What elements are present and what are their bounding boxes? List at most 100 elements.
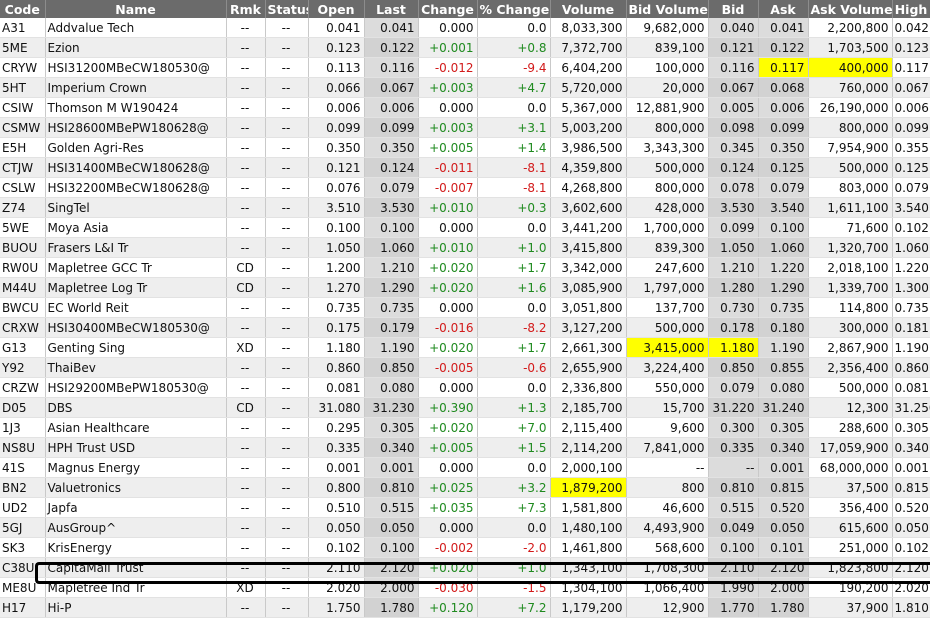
- name-cell: KrisEnergy: [45, 537, 227, 558]
- name-cell: Japfa: [45, 497, 227, 518]
- pct-change-cell: -8.1: [477, 177, 551, 198]
- col-header-high[interactable]: High: [892, 0, 930, 18]
- ask-volume-cell: 615,600: [808, 517, 893, 538]
- ask-volume-cell: 803,000: [808, 177, 893, 198]
- status-cell: --: [265, 317, 309, 338]
- volume-cell: 3,342,000: [550, 257, 627, 278]
- table-row[interactable]: ME8U Mapletree Ind Tr XD -- 2.020 2.000 -0.030…: [0, 577, 930, 598]
- table-row[interactable]: SK3 KrisEnergy -- -- 0.102 0.100 -0.002 -2.0 1,4…: [0, 537, 930, 558]
- table-row[interactable]: C38U CapitaMall Trust -- -- 2.110 2.120 +0.020…: [0, 557, 930, 578]
- name-cell: HSI30400MBeCW180530@: [45, 317, 227, 338]
- table-row[interactable]: 5WE Moya Asia -- -- 0.100 0.100 0.000 0.0 3,441,…: [0, 217, 930, 238]
- table-row[interactable]: CRZW HSI29200MBePW180530@ -- -- 0.081 0.080 0.…: [0, 377, 930, 398]
- bid-volume-cell: 1,797,000: [626, 277, 709, 298]
- col-header-ask[interactable]: Ask: [758, 0, 809, 18]
- ask-cell: 0.080: [758, 377, 809, 398]
- table-row[interactable]: 1J3 Asian Healthcare -- -- 0.295 0.305 +0.020 +…: [0, 417, 930, 438]
- change-cell: 0.000: [418, 297, 478, 318]
- high-cell: 1.190: [892, 337, 930, 358]
- col-header-ask-volume[interactable]: Ask Volume: [808, 0, 893, 18]
- table-row[interactable]: CSLW HSI32200MBeCW180628@ -- -- 0.076 0.079 -0…: [0, 177, 930, 198]
- table-row[interactable]: NS8U HPH Trust USD -- -- 0.335 0.340 +0.005 +1.…: [0, 437, 930, 458]
- volume-cell: 1,343,100: [550, 557, 627, 578]
- pct-change-cell: +4.7: [477, 77, 551, 98]
- col-header-pct-change[interactable]: % Change: [477, 0, 551, 18]
- rmk-cell: XD: [226, 577, 266, 598]
- col-header-open[interactable]: Open: [308, 0, 365, 18]
- table-row[interactable]: Y92 ThaiBev -- -- 0.860 0.850 -0.005 -0.6 2,655,…: [0, 357, 930, 378]
- pct-change-cell: +0.8: [477, 37, 551, 58]
- table-row[interactable]: CRXW HSI30400MBeCW180530@ -- -- 0.175 0.179 -0…: [0, 317, 930, 338]
- ask-volume-cell: 17,059,900: [808, 437, 893, 458]
- bid-cell: 0.850: [708, 357, 759, 378]
- col-header-volume[interactable]: Volume: [550, 0, 627, 18]
- bid-cell: 0.040: [708, 18, 759, 38]
- col-header-bid[interactable]: Bid: [708, 0, 759, 18]
- ask-cell: 2.120: [758, 557, 809, 578]
- table-row[interactable]: A31 Addvalue Tech -- -- 0.041 0.041 0.000 0.0 8,…: [0, 18, 930, 38]
- code-cell: C38U: [0, 557, 46, 578]
- rmk-cell: --: [226, 317, 266, 338]
- status-cell: --: [265, 297, 309, 318]
- table-row[interactable]: M44U Mapletree Log Tr CD -- 1.270 1.290 +0.020…: [0, 277, 930, 298]
- code-cell: 5WE: [0, 217, 46, 238]
- high-cell: 0.123: [892, 37, 930, 58]
- table-row[interactable]: CSMW HSI28600MBePW180628@ -- -- 0.099 0.099 +0…: [0, 117, 930, 138]
- pct-change-cell: +1.0: [477, 557, 551, 578]
- table-row[interactable]: CTJW HSI31400MBeCW180628@ -- -- 0.121 0.124 -0…: [0, 157, 930, 178]
- col-header-last[interactable]: Last: [364, 0, 419, 18]
- volume-cell: 1,879,200: [550, 477, 627, 498]
- col-header-status[interactable]: Status: [265, 0, 309, 18]
- bid-volume-cell: --: [626, 457, 709, 478]
- ask-cell: 0.099: [758, 117, 809, 138]
- code-cell: CRYW: [0, 57, 46, 78]
- code-cell: 5GJ: [0, 517, 46, 538]
- table-row[interactable]: E5H Golden Agri-Res -- -- 0.350 0.350 +0.005 +1…: [0, 137, 930, 158]
- pct-change-cell: +1.5: [477, 437, 551, 458]
- table-row[interactable]: CSIW Thomson M W190424 -- -- 0.006 0.006 0.000…: [0, 97, 930, 118]
- change-cell: +0.020: [418, 557, 478, 578]
- col-header-bid-volume[interactable]: Bid Volume: [626, 0, 709, 18]
- table-row[interactable]: 5ME Ezion -- -- 0.123 0.122 +0.001 +0.8 7,372,70…: [0, 37, 930, 58]
- table-row[interactable]: G13 Genting Sing XD -- 1.180 1.190 +0.020 +1.7 2…: [0, 337, 930, 358]
- change-cell: +0.003: [418, 77, 478, 98]
- table-row[interactable]: D05 DBS CD -- 31.080 31.230 +0.390 +1.3 2,185,70…: [0, 397, 930, 418]
- ask-volume-cell: 114,800: [808, 297, 893, 318]
- last-cell: 0.350: [364, 137, 419, 158]
- table-row[interactable]: CRYW HSI31200MBeCW180530@ -- -- 0.113 0.116 -0…: [0, 57, 930, 78]
- bid-cell: 0.116: [708, 57, 759, 78]
- change-cell: 0.000: [418, 377, 478, 398]
- col-header-rmk[interactable]: Rmk: [226, 0, 266, 18]
- col-header-name[interactable]: Name: [45, 0, 227, 18]
- table-row[interactable]: 5GJ AusGroup^ -- -- 0.050 0.050 0.000 0.0 1,480,…: [0, 517, 930, 538]
- rmk-cell: --: [226, 597, 266, 618]
- change-cell: +0.005: [418, 137, 478, 158]
- rmk-cell: --: [226, 497, 266, 518]
- rmk-cell: --: [226, 477, 266, 498]
- table-row[interactable]: RW0U Mapletree GCC Tr CD -- 1.200 1.210 +0.020…: [0, 257, 930, 278]
- table-row[interactable]: Z74 SingTel -- -- 3.510 3.530 +0.010 +0.3 3,602,…: [0, 197, 930, 218]
- ask-volume-cell: 251,000: [808, 537, 893, 558]
- table-row[interactable]: BWCU EC World Reit -- -- 0.735 0.735 0.000 0.0 3…: [0, 297, 930, 318]
- table-row[interactable]: 5HT Imperium Crown -- -- 0.066 0.067 +0.003 +4.…: [0, 77, 930, 98]
- table-row[interactable]: UD2 Japfa -- -- 0.510 0.515 +0.035 +7.3 1,581,80…: [0, 497, 930, 518]
- code-cell: NS8U: [0, 437, 46, 458]
- change-cell: +0.005: [418, 437, 478, 458]
- ask-cell: 1.220: [758, 257, 809, 278]
- open-cell: 0.001: [308, 457, 365, 478]
- table-row[interactable]: 41S Magnus Energy -- -- 0.001 0.001 0.000 0.0 2,…: [0, 457, 930, 478]
- table-row[interactable]: BN2 Valuetronics -- -- 0.800 0.810 +0.025 +3.2 1…: [0, 477, 930, 498]
- high-cell: 1.810: [892, 597, 930, 618]
- status-cell: --: [265, 217, 309, 238]
- table-row[interactable]: H17 Hi-P -- -- 1.750 1.780 +0.120 +7.2 1,179,200…: [0, 597, 930, 618]
- last-cell: 0.124: [364, 157, 419, 178]
- bid-cell: 0.005: [708, 97, 759, 118]
- code-cell: 5HT: [0, 77, 46, 98]
- code-cell: A31: [0, 18, 46, 38]
- bid-cell: 1.990: [708, 577, 759, 598]
- col-header-code[interactable]: Code: [0, 0, 46, 18]
- table-row[interactable]: BUOU Frasers L&I Tr -- -- 1.050 1.060 +0.010 +1…: [0, 237, 930, 258]
- last-cell: 2.000: [364, 577, 419, 598]
- rmk-cell: CD: [226, 397, 266, 418]
- col-header-change[interactable]: Change: [418, 0, 478, 18]
